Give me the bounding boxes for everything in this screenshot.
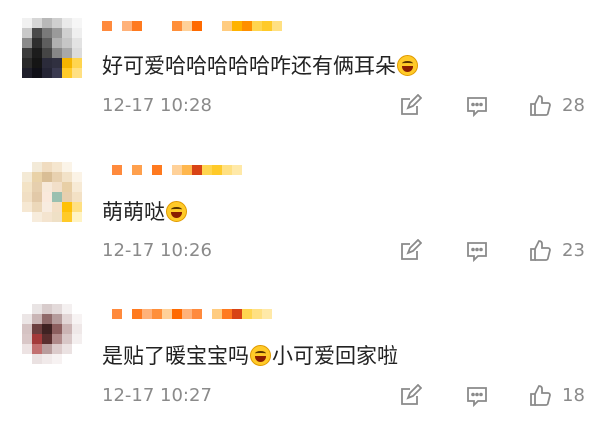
avatar[interactable] [22,162,82,222]
like-count: 28 [562,95,585,116]
comment-icon[interactable] [465,94,489,118]
thumbs-up-icon[interactable] [528,239,552,263]
comment-time: 12-17 10:27 [102,385,212,406]
like-count: 18 [562,385,585,406]
laughing-tears-emoji-icon [397,54,418,76]
edit-icon[interactable] [398,384,422,408]
comment-meta: 12-17 10:26 23 [0,239,600,263]
comment-meta: 12-17 10:27 18 [0,384,600,408]
comment-text-main: 萌萌哒 [102,200,165,224]
comment-icon[interactable] [465,239,489,263]
comment-text-main: 是贴了暖宝宝吗 [102,344,249,368]
username-blurred[interactable] [102,302,272,326]
thumbs-up-icon[interactable] [528,384,552,408]
comment-text-tail: 小可爱回家啦 [272,344,398,368]
avatar[interactable] [22,304,82,364]
comment-meta: 12-17 10:28 28 [0,94,600,118]
thumbs-up-icon[interactable] [528,94,552,118]
edit-icon[interactable] [398,239,422,263]
like-count: 23 [562,240,585,261]
username-blurred[interactable] [102,158,242,182]
comment-text-main: 好可爱哈哈哈哈哈咋还有俩耳朵 [102,54,396,78]
comment-time: 12-17 10:26 [102,240,212,261]
comment-text: 是贴了暖宝宝吗 小可爱回家啦 [102,340,398,370]
edit-icon[interactable] [398,94,422,118]
laughing-emoji-icon [166,200,187,222]
username-blurred[interactable] [102,14,282,38]
comment-time: 12-17 10:28 [102,95,212,116]
comment-text: 好可爱哈哈哈哈哈咋还有俩耳朵 [102,50,419,80]
comment-text: 萌萌哒 [102,196,188,226]
comment-icon[interactable] [465,384,489,408]
avatar[interactable] [22,18,82,78]
laughing-emoji-icon [250,344,271,366]
